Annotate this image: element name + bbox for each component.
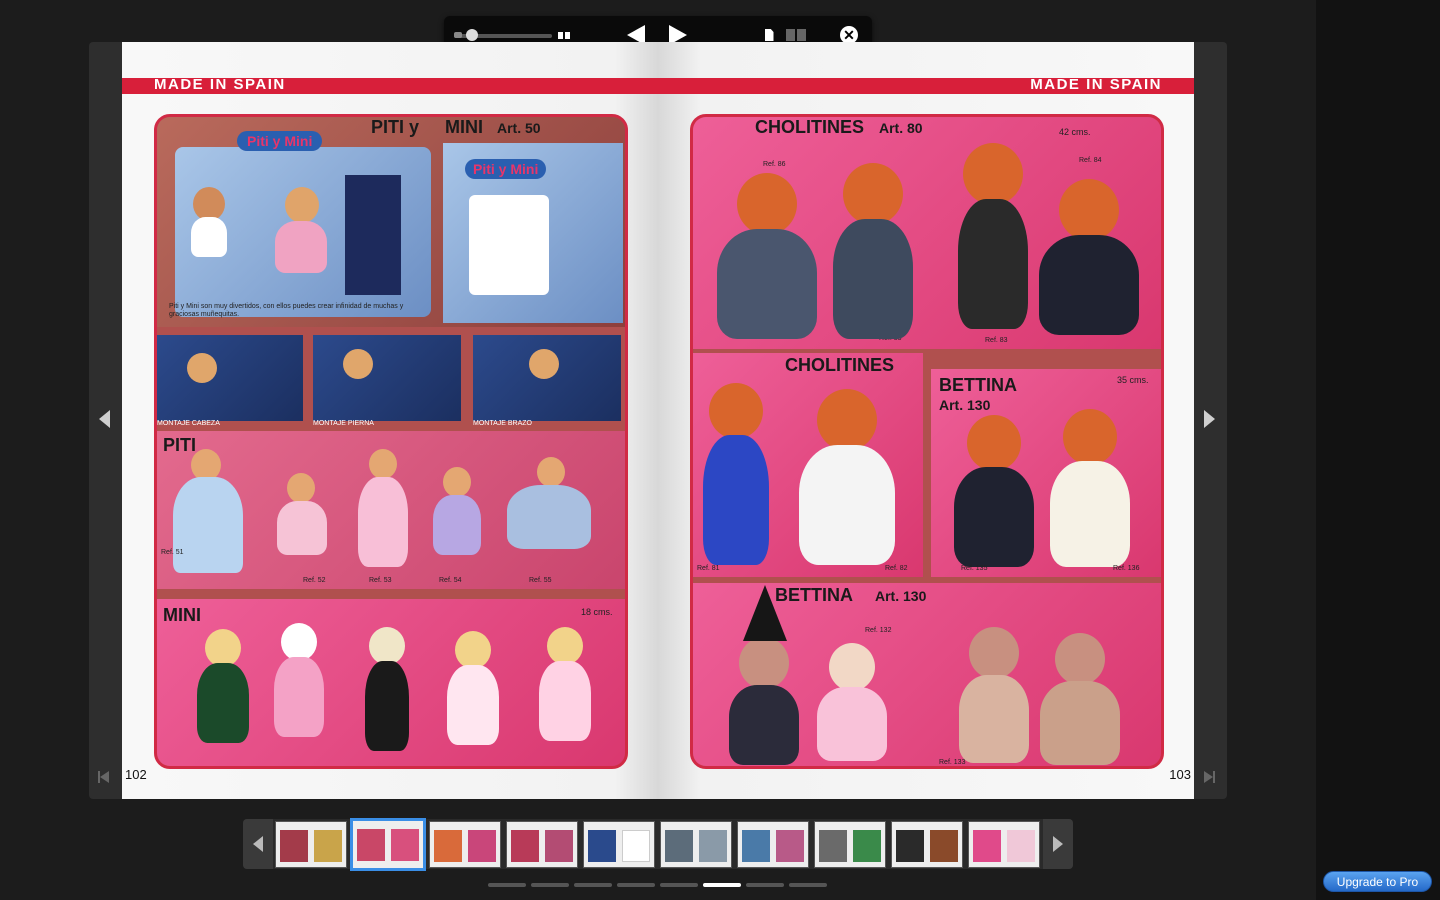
- page-thumbnail[interactable]: [275, 821, 347, 868]
- cholitines-2-section: CHOLITINES Ref. 81 Ref. 82: [693, 353, 923, 577]
- witch-hat: [743, 585, 787, 641]
- title-bettina-2-art: Art. 130: [875, 588, 927, 604]
- ref-54: Ref. 54: [439, 577, 462, 584]
- ref-83: Ref. 83: [985, 337, 1008, 344]
- page-dot-active[interactable]: [703, 883, 741, 887]
- page-thumbnail[interactable]: [429, 821, 501, 868]
- page-indicator: [488, 883, 827, 887]
- two-page-view-icon[interactable]: [556, 27, 572, 43]
- page-thumbnail[interactable]: [583, 821, 655, 868]
- thumbnails-next-button[interactable]: [1043, 819, 1073, 869]
- page-thumbnail[interactable]: [737, 821, 809, 868]
- first-page-icon: [100, 771, 109, 783]
- zoom-out-icon: [454, 32, 462, 38]
- last-page-icon-bar: [1213, 771, 1215, 783]
- ref-136: Ref. 136: [1113, 565, 1140, 572]
- page-number-left: 102: [125, 767, 147, 782]
- title-mini: MINI: [445, 117, 483, 137]
- mini-box-image: Piti y Mini: [443, 143, 623, 323]
- ref-132: Ref. 132: [865, 627, 892, 634]
- cholitines-section: CHOLITINES Art. 80 42 cms. Ref. 86 Ref. …: [693, 117, 1161, 349]
- piti-mini-box-section: Piti y Mini Piti y Mini son muy divertid…: [157, 117, 625, 327]
- first-page-button[interactable]: [98, 770, 112, 784]
- page-thumbnail[interactable]: [968, 821, 1040, 868]
- title-bettina: BETTINA: [939, 375, 1017, 395]
- ref-51: Ref. 51: [161, 549, 184, 556]
- thumbnails-prev-button[interactable]: [243, 819, 273, 869]
- upgrade-to-pro-button[interactable]: Upgrade to Pro: [1323, 871, 1432, 892]
- size-mini: 18 cms.: [581, 607, 613, 617]
- header-text: MADE IN SPAIN: [1030, 76, 1162, 93]
- size-bettina: 35 cms.: [1117, 375, 1149, 385]
- title-cholitines-art: Art. 80: [879, 120, 923, 136]
- caption-montaje-pierna: MONTAJE PIERNA: [313, 420, 374, 427]
- prev-spread-arrow[interactable]: [99, 410, 111, 430]
- mini-box-logo: Piti y Mini: [465, 159, 547, 179]
- ref-81: Ref. 81: [697, 565, 720, 572]
- catalog-panel-right: CHOLITINES Art. 80 42 cms. Ref. 86 Ref. …: [690, 114, 1164, 769]
- title-mini-section: MINI: [163, 605, 201, 625]
- bettina-section: BETTINA Art. 130 35 cms. Ref. 135 Ref. 1…: [931, 369, 1161, 577]
- last-page-icon: [1204, 771, 1213, 783]
- single-page-icon[interactable]: [762, 27, 776, 43]
- title-cholitines-2: CHOLITINES: [785, 355, 895, 375]
- size-cholitines: 42 cms.: [1059, 127, 1091, 137]
- product-box-image: [175, 147, 431, 317]
- title-piti-y: PITI y: [371, 117, 420, 137]
- zoom-slider-knob[interactable]: [466, 29, 478, 41]
- ref-86: Ref. 86: [763, 161, 786, 168]
- ref-82: Ref. 82: [885, 565, 908, 572]
- catalog-panel-left: Piti y Mini Piti y Mini son muy divertid…: [154, 114, 628, 769]
- ref-53: Ref. 53: [369, 577, 392, 584]
- sidebar-strip: [1316, 0, 1440, 900]
- dress-image: [469, 195, 549, 295]
- montaje-pierna-photo: [313, 335, 461, 421]
- ref-52: Ref. 52: [303, 577, 326, 584]
- mini-section: MINI 18 cms.: [157, 599, 625, 766]
- page-thumbnail[interactable]: [350, 818, 426, 871]
- title-cholitines: CHOLITINES: [755, 117, 865, 137]
- page-dot[interactable]: [574, 883, 612, 887]
- box-logo: Piti y Mini: [237, 131, 323, 151]
- page-thumbnail[interactable]: [660, 821, 732, 868]
- page-dot[interactable]: [488, 883, 526, 887]
- page-dot[interactable]: [746, 883, 784, 887]
- title-art-50: Art. 50: [497, 120, 541, 136]
- arrow-right-icon: [1204, 410, 1215, 428]
- ref-133: Ref. 133: [939, 759, 966, 766]
- header-text: MADE IN SPAIN: [154, 76, 286, 93]
- page-dot[interactable]: [789, 883, 827, 887]
- title-piti: PITI: [163, 435, 197, 455]
- arrow-left-icon: [253, 836, 263, 852]
- piti-section: PITI Ref. 51 Ref. 52 Ref. 53 Ref. 54 Ref…: [157, 431, 625, 589]
- last-page-button[interactable]: [1204, 770, 1218, 784]
- right-page[interactable]: MADE IN SPAIN CHOLITINES Art. 80 42 cms.…: [658, 42, 1194, 799]
- next-spread-arrow[interactable]: [1204, 410, 1216, 430]
- page-thumbnail[interactable]: [891, 821, 963, 868]
- page-thumbnail[interactable]: [506, 821, 578, 868]
- arrow-right-icon: [1053, 836, 1063, 852]
- page-dot[interactable]: [617, 883, 655, 887]
- caption-montaje-brazo: MONTAJE BRAZO: [473, 420, 532, 427]
- montaje-cabeza-photo: [157, 335, 303, 421]
- ref-55: Ref. 55: [529, 577, 552, 584]
- double-page-icon[interactable]: [784, 27, 808, 43]
- ref-84: Ref. 84: [1079, 157, 1102, 164]
- page-thumbnail[interactable]: [814, 821, 886, 868]
- left-page[interactable]: MADE IN SPAIN Piti y Mini Piti y Mini so…: [122, 42, 658, 799]
- montaje-brazo-photo: [473, 335, 621, 421]
- arrow-left-icon: [99, 410, 110, 428]
- box-info-panel: [345, 175, 401, 295]
- title-bettina-art: Art. 130: [939, 397, 991, 413]
- caption-montaje-cabeza: MONTAJE CABEZA: [157, 420, 220, 427]
- box-description: Piti y Mini son muy divertidos, con ello…: [169, 303, 404, 318]
- page-dot[interactable]: [660, 883, 698, 887]
- bettina-2-section: BETTINA Art. 130 Ref. 132 Ref. 133: [693, 583, 1161, 766]
- page-number-right: 103: [1169, 767, 1191, 782]
- page-dot[interactable]: [531, 883, 569, 887]
- ref-135: Ref. 135: [961, 565, 988, 572]
